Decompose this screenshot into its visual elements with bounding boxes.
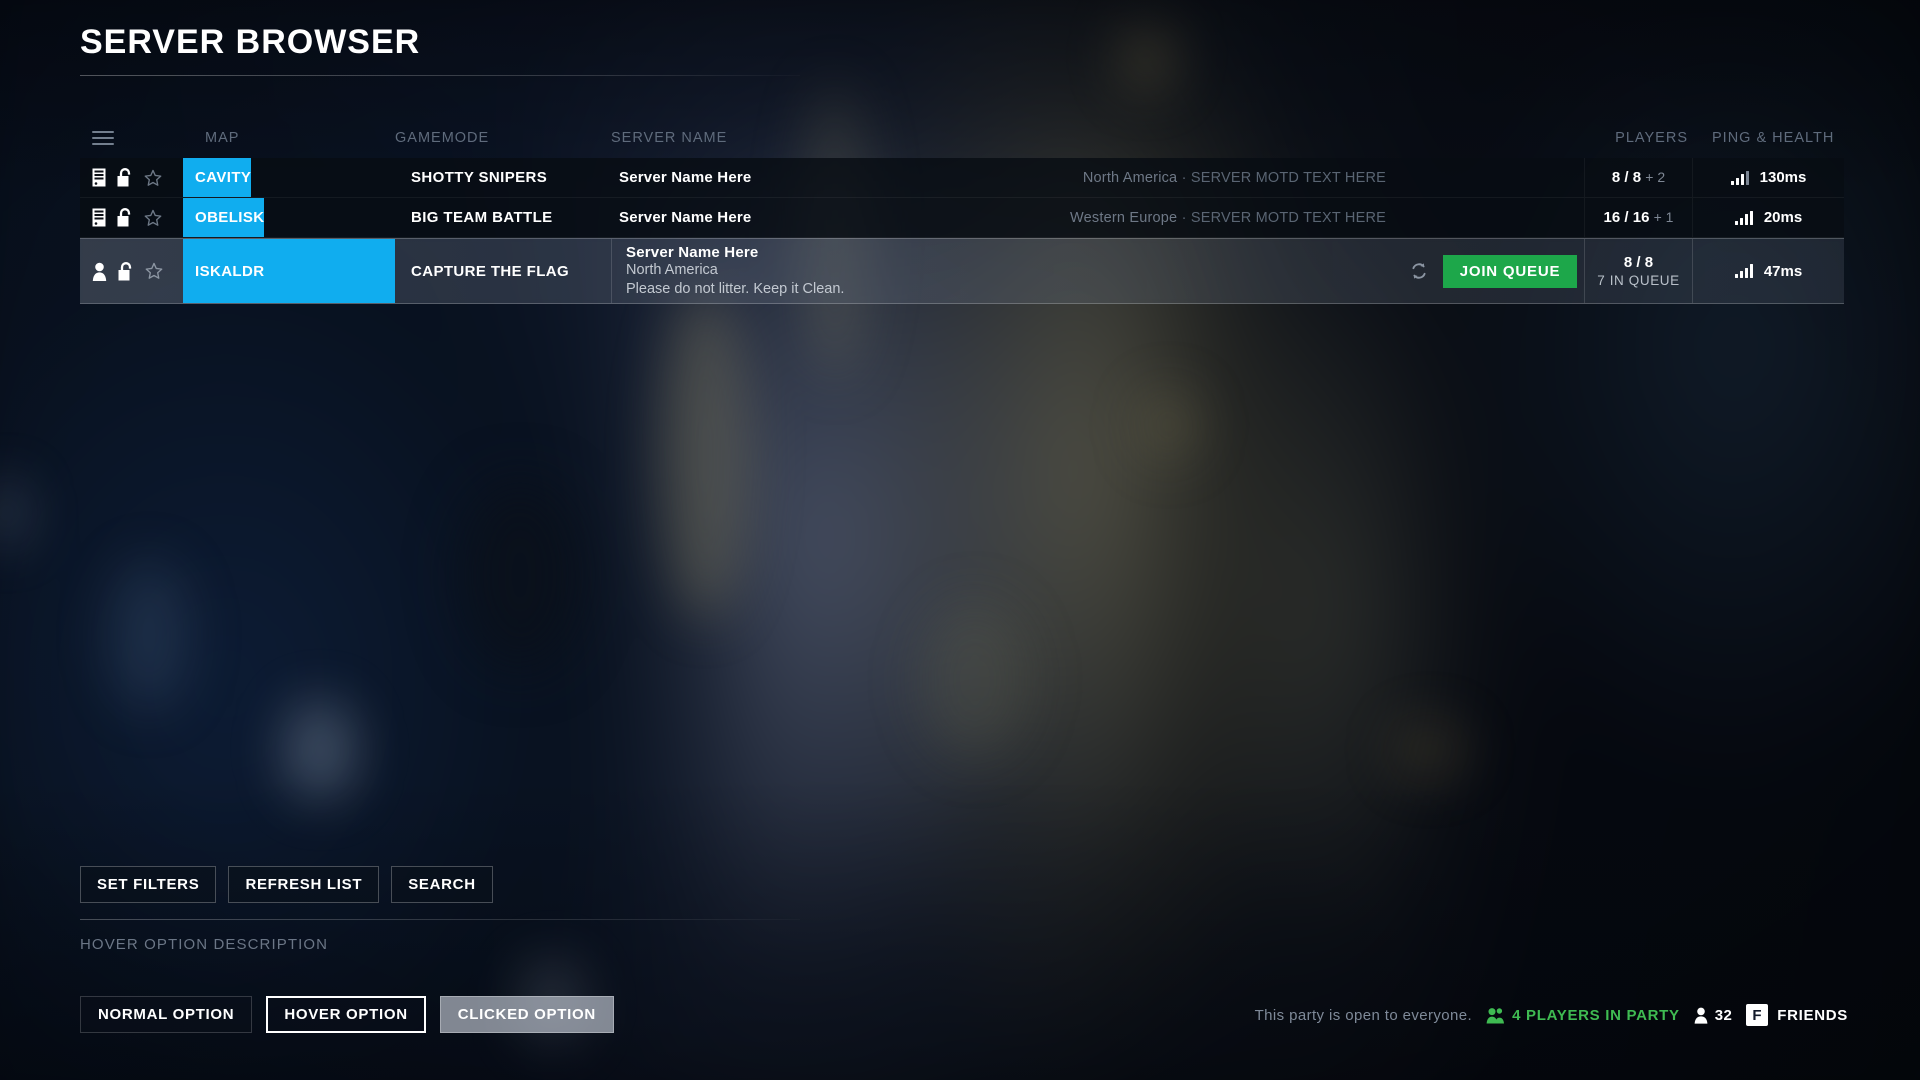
server-description: Please do not litter. Keep it Clean. bbox=[626, 280, 845, 297]
unlocked-padlock-icon[interactable] bbox=[117, 168, 133, 187]
players-count: 8 / 8 bbox=[1611, 169, 1642, 186]
ping-value: 130ms bbox=[1759, 169, 1807, 186]
server-motd: North America · SERVER MOTD TEXT HERE bbox=[1083, 170, 1402, 186]
control-button-row: SET FILTERS REFRESH LIST SEARCH bbox=[80, 866, 800, 903]
party-players-label: 4 PLAYERS IN PARTY bbox=[1512, 1006, 1680, 1024]
signal-bars-icon bbox=[1734, 264, 1753, 278]
row-icons bbox=[80, 158, 183, 197]
friends-badge-icon: F bbox=[1746, 1004, 1769, 1026]
table-row[interactable]: CAVITY SHOTTY SNIPERS Server Name Here N… bbox=[80, 158, 1844, 198]
star-outline-icon[interactable] bbox=[145, 262, 163, 280]
players-extra: + 1 bbox=[1653, 209, 1674, 225]
motd-text: SERVER MOTD TEXT HERE bbox=[1190, 209, 1386, 226]
column-header-gamemode[interactable]: GAMEMODE bbox=[395, 130, 611, 146]
hover-option-button[interactable]: HOVER OPTION bbox=[266, 996, 426, 1033]
row-icons bbox=[80, 239, 183, 303]
hamburger-menu-icon[interactable] bbox=[92, 130, 114, 146]
ping-value: 47ms bbox=[1763, 262, 1803, 280]
table-row[interactable]: OBELISK BIG TEAM BATTLE Server Name Here… bbox=[80, 198, 1844, 238]
friend-count-indicator[interactable]: 32 bbox=[1694, 1007, 1733, 1024]
row-icons bbox=[80, 198, 183, 237]
signal-bars-icon bbox=[1730, 170, 1749, 185]
row-server-name-cell[interactable]: Server Name Here North America · SERVER … bbox=[611, 158, 1402, 197]
page-header: SERVER BROWSER bbox=[80, 23, 800, 77]
page-title: SERVER BROWSER bbox=[80, 23, 421, 61]
join-queue-button[interactable]: JOIN QUEUE bbox=[1442, 254, 1578, 288]
friend-count-value: 32 bbox=[1714, 1006, 1733, 1024]
row-ping-cell: 130ms bbox=[1692, 158, 1844, 197]
friends-label: FRIENDS bbox=[1777, 1006, 1848, 1024]
sync-refresh-icon[interactable] bbox=[1409, 261, 1429, 281]
column-header-menu[interactable] bbox=[80, 130, 183, 146]
row-map-cell[interactable]: OBELISK bbox=[183, 198, 395, 237]
row-gamemode: BIG TEAM BATTLE bbox=[411, 209, 553, 226]
unlocked-padlock-icon[interactable] bbox=[118, 261, 134, 281]
map-name: ISKALDR bbox=[183, 239, 395, 303]
row-players-cell: 8 / 8 7 IN QUEUE bbox=[1584, 239, 1692, 303]
person-icon bbox=[1694, 1007, 1708, 1024]
unlocked-padlock-icon[interactable] bbox=[117, 208, 133, 227]
row-gamemode: CAPTURE THE FLAG bbox=[411, 262, 570, 280]
option-state-row: NORMAL OPTION HOVER OPTION CLICKED OPTIO… bbox=[80, 996, 614, 1033]
row-action-cell bbox=[1402, 198, 1584, 237]
server-tower-icon bbox=[92, 208, 106, 227]
row-action-cell bbox=[1402, 158, 1584, 197]
server-region: Western Europe bbox=[1070, 209, 1178, 226]
server-region: North America bbox=[626, 261, 718, 278]
row-players-cell: 8 / 8 + 2 bbox=[1584, 158, 1692, 197]
refresh-list-button[interactable]: REFRESH LIST bbox=[228, 866, 380, 903]
server-list-table: MAP GAMEMODE SERVER NAME PLAYERS PING & … bbox=[80, 118, 1844, 304]
row-server-name-cell[interactable]: Server Name Here Western Europe · SERVER… bbox=[611, 198, 1402, 237]
browser-controls: SET FILTERS REFRESH LIST SEARCH HOVER OP… bbox=[80, 866, 800, 953]
clicked-option-button[interactable]: CLICKED OPTION bbox=[439, 996, 614, 1033]
player-host-icon bbox=[92, 262, 107, 281]
table-row-expanded[interactable]: ISKALDR CAPTURE THE FLAG Server Name Her… bbox=[80, 238, 1844, 304]
column-header-server-name[interactable]: SERVER NAME bbox=[611, 130, 1402, 146]
row-server-name-cell[interactable]: Server Name Here North America Please do… bbox=[611, 239, 1402, 303]
row-players-cell: 16 / 16 + 1 bbox=[1584, 198, 1692, 237]
row-ping-cell: 47ms bbox=[1692, 239, 1844, 303]
set-filters-button[interactable]: SET FILTERS bbox=[80, 866, 217, 903]
ping-value: 20ms bbox=[1763, 209, 1803, 226]
normal-option-button[interactable]: NORMAL OPTION bbox=[80, 996, 253, 1033]
row-map-cell[interactable]: CAVITY bbox=[183, 158, 395, 197]
server-motd: Western Europe · SERVER MOTD TEXT HERE bbox=[1070, 210, 1402, 226]
row-action-cell: JOIN QUEUE bbox=[1402, 239, 1584, 303]
party-status-bar: This party is open to everyone. 4 PLAYER… bbox=[1255, 1004, 1848, 1026]
column-header-ping[interactable]: PING & HEALTH bbox=[1692, 130, 1844, 146]
table-header-row: MAP GAMEMODE SERVER NAME PLAYERS PING & … bbox=[80, 118, 1844, 158]
title-divider bbox=[80, 75, 800, 77]
column-header-players[interactable]: PLAYERS bbox=[1584, 130, 1692, 146]
server-region: North America bbox=[1082, 169, 1178, 186]
row-ping-cell: 20ms bbox=[1692, 198, 1844, 237]
motd-separator: · bbox=[1181, 209, 1187, 226]
party-players-icon bbox=[1486, 1007, 1505, 1023]
players-count: 16 / 16 bbox=[1603, 209, 1650, 226]
map-name: CAVITY bbox=[183, 158, 252, 197]
motd-text: SERVER MOTD TEXT HERE bbox=[1190, 169, 1386, 186]
friends-button[interactable]: F FRIENDS bbox=[1746, 1004, 1848, 1026]
row-gamemode: SHOTTY SNIPERS bbox=[411, 169, 548, 186]
search-button[interactable]: SEARCH bbox=[391, 866, 493, 903]
controls-divider bbox=[80, 919, 800, 920]
server-name: Server Name Here bbox=[626, 243, 759, 261]
server-tower-icon bbox=[92, 168, 106, 187]
map-name: OBELISK bbox=[183, 198, 265, 237]
row-map-cell[interactable]: ISKALDR bbox=[183, 239, 395, 303]
star-outline-icon[interactable] bbox=[144, 209, 162, 227]
hover-option-description: HOVER OPTION DESCRIPTION bbox=[80, 936, 329, 953]
motd-separator: · bbox=[1181, 169, 1187, 186]
players-extra: + 2 bbox=[1645, 169, 1666, 185]
column-header-map[interactable]: MAP bbox=[183, 130, 395, 146]
server-name: Server Name Here bbox=[619, 209, 752, 226]
star-outline-icon[interactable] bbox=[144, 169, 162, 187]
signal-bars-icon bbox=[1734, 210, 1753, 225]
players-count: 8 / 8 bbox=[1623, 254, 1654, 271]
party-open-note: This party is open to everyone. bbox=[1254, 1006, 1473, 1024]
queue-count: 7 IN QUEUE bbox=[1597, 273, 1680, 288]
party-players-indicator[interactable]: 4 PLAYERS IN PARTY bbox=[1486, 1007, 1680, 1024]
server-name: Server Name Here bbox=[619, 169, 752, 186]
